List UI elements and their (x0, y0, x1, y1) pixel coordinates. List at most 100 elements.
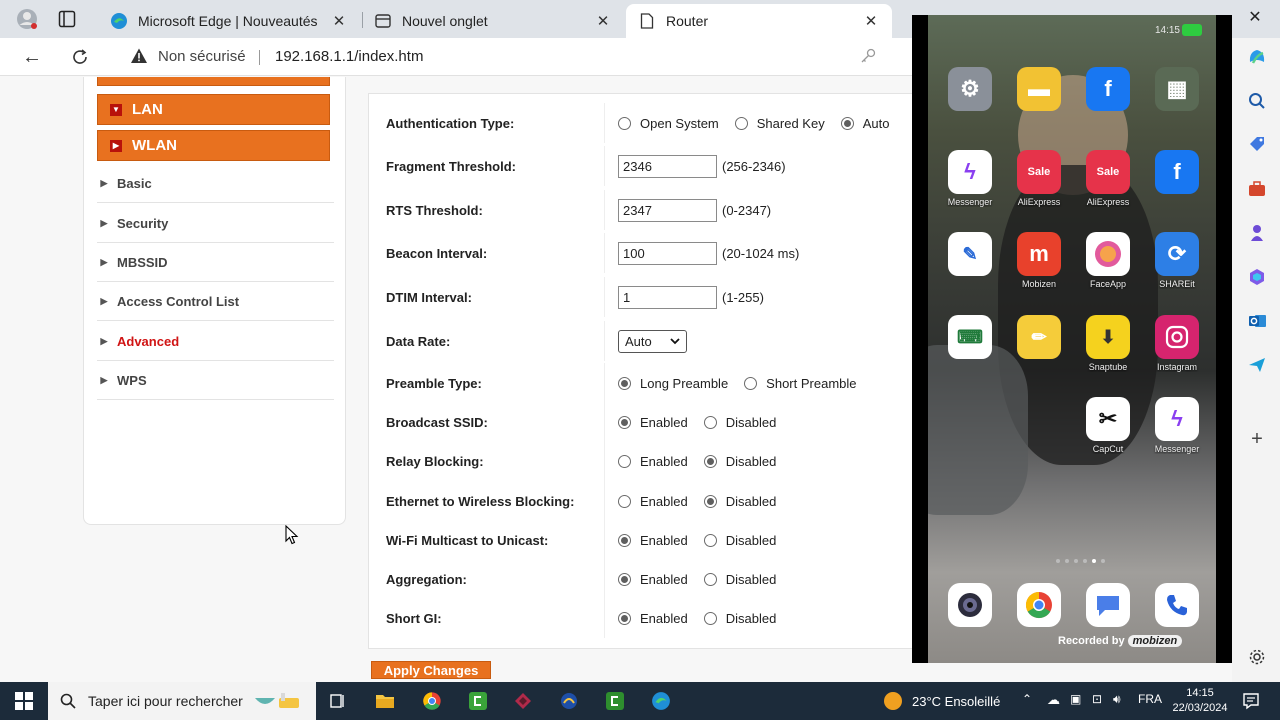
app-messenger-2[interactable]: ϟ Messenger (1146, 397, 1208, 454)
radio-auto[interactable]: Auto (840, 116, 889, 131)
cloud-icon[interactable]: ☁ (1047, 692, 1060, 708)
radio-short-preamble[interactable]: Short Preamble (744, 376, 857, 391)
app-instagram[interactable]: Instagram (1146, 315, 1208, 372)
radio-disabled[interactable]: Disabled (703, 415, 776, 430)
messages-icon[interactable] (1086, 583, 1130, 627)
tab-new-tab[interactable]: Nouvel onglet ✕ (362, 4, 624, 38)
app-mobizen[interactable]: m Mobizen (1008, 232, 1070, 289)
url-input[interactable]: 192.168.1.1/index.htm (275, 48, 423, 65)
refresh-icon[interactable] (68, 45, 92, 69)
app-launcher-icon[interactable] (512, 690, 534, 712)
phone-icon[interactable] (1155, 583, 1199, 627)
menu-item-access-control-list[interactable]: ▶ Access Control List (97, 282, 334, 321)
apply-changes-button[interactable]: Apply Changes (371, 661, 491, 679)
settings-icon[interactable] (1246, 646, 1268, 668)
copilot-icon[interactable] (1246, 46, 1268, 68)
search-icon[interactable] (1246, 90, 1268, 112)
camtasia-active-icon[interactable] (604, 690, 626, 712)
fragment-threshold-input[interactable] (618, 154, 717, 178)
close-tab-icon[interactable]: ✕ (862, 12, 880, 30)
radio-enabled[interactable]: Enabled (618, 494, 688, 509)
close-tab-icon[interactable]: ✕ (594, 12, 612, 30)
microsoft365-icon[interactable] (1246, 266, 1268, 288)
menu-bar-previous[interactable] (97, 77, 330, 86)
camtasia-icon[interactable] (467, 690, 489, 712)
profile-icon[interactable] (14, 6, 40, 32)
radio-shared-key[interactable]: Shared Key (734, 116, 825, 131)
chrome-icon[interactable] (421, 690, 443, 712)
rts-threshold-input[interactable] (618, 198, 717, 222)
app-notes[interactable]: ✎ (939, 232, 1001, 279)
outlook-icon[interactable] (1246, 310, 1268, 332)
radio-disabled[interactable]: Disabled (703, 533, 776, 548)
notifications-icon[interactable] (1240, 690, 1262, 712)
password-key-icon[interactable] (860, 48, 876, 67)
menu-item-wps[interactable]: ▶ WPS (97, 361, 334, 400)
chrome-icon[interactable] (1017, 583, 1061, 627)
close-window-icon[interactable]: ✕ (1242, 4, 1268, 30)
menu-item-advanced[interactable]: ▶ Advanced (97, 322, 334, 361)
windows-start-icon[interactable] (13, 690, 35, 712)
vpn-icon[interactable] (558, 690, 580, 712)
menu-item-basic[interactable]: ▶ Basic (97, 164, 334, 203)
beacon-interval-input[interactable] (618, 241, 717, 265)
show-hidden-icons-icon[interactable]: ⌃ (1022, 692, 1032, 706)
dtim-interval-input[interactable] (618, 285, 717, 309)
close-tab-icon[interactable]: ✕ (330, 12, 348, 30)
tab-edge-news[interactable]: Microsoft Edge | Nouveautés ✕ (98, 4, 360, 38)
tools-icon[interactable] (1246, 178, 1268, 200)
app-facebook[interactable]: f (1077, 67, 1139, 114)
language-indicator[interactable]: FRA (1138, 692, 1162, 706)
radio-enabled[interactable]: Enabled (618, 415, 688, 430)
file-explorer-icon[interactable] (374, 690, 396, 712)
taskbar-app-icon[interactable]: ▣ (1070, 692, 1081, 706)
volume-icon[interactable]: 🔊︎ (1113, 692, 1121, 707)
task-view-icon[interactable] (327, 690, 349, 712)
menu-lan[interactable]: ▼ LAN (97, 94, 330, 125)
data-rate-select[interactable]: Auto (618, 329, 687, 353)
app-faceapp[interactable]: FaceApp (1077, 232, 1139, 289)
app-settings[interactable]: ⚙ (939, 67, 1001, 114)
radio-disabled[interactable]: Disabled (703, 454, 776, 469)
radio-enabled[interactable]: Enabled (618, 611, 688, 626)
camera-icon[interactable] (948, 583, 992, 627)
column-divider (604, 321, 605, 361)
radio-disabled[interactable]: Disabled (703, 572, 776, 587)
menu-wlan[interactable]: ▶ WLAN (97, 130, 330, 161)
radio-open-system[interactable]: Open System (618, 116, 719, 131)
shopping-tag-icon[interactable] (1246, 134, 1268, 156)
app-aliexpress[interactable]: Sale AliExpress (1008, 150, 1070, 207)
edge-icon[interactable] (650, 690, 672, 712)
menu-item-label: Access Control List (117, 293, 240, 309)
network-icon[interactable]: ⊡ (1092, 692, 1102, 706)
add-icon[interactable]: + (1246, 428, 1268, 450)
app-notes-yellow[interactable]: ✏ (1008, 315, 1070, 362)
app-aliexpress-2[interactable]: Sale AliExpress (1077, 150, 1139, 207)
radio-disabled[interactable]: Disabled (703, 494, 776, 509)
app-folder[interactable]: ▦ (1146, 67, 1208, 114)
app-capcut[interactable]: ✂ CapCut (1077, 397, 1139, 454)
tab-actions-icon[interactable] (54, 6, 80, 32)
menu-item-security[interactable]: ▶ Security (97, 204, 334, 243)
taskbar-search-input[interactable]: Taper ici pour rechercher (48, 682, 316, 720)
radio-long-preamble[interactable]: Long Preamble (618, 376, 728, 391)
security-indicator[interactable]: Non sécurisé (130, 47, 246, 65)
radio-enabled[interactable]: Enabled (618, 533, 688, 548)
menu-item-mbssid[interactable]: ▶ MBSSID (97, 243, 334, 282)
games-icon[interactable] (1246, 222, 1268, 244)
app-shareit[interactable]: ⟳ SHAREit (1146, 232, 1208, 289)
weather-widget[interactable]: 23°C Ensoleillé (884, 692, 1000, 710)
radio-disabled[interactable]: Disabled (703, 611, 776, 626)
radio-enabled[interactable]: Enabled (618, 572, 688, 587)
back-icon[interactable]: ← (20, 45, 44, 69)
radio-enabled[interactable]: Enabled (618, 454, 688, 469)
app-snaptube[interactable]: ⬇ Snaptube (1077, 315, 1139, 372)
send-icon[interactable] (1246, 354, 1268, 376)
system-clock[interactable]: 14:15 22/03/2024 (1168, 686, 1232, 716)
app-files[interactable]: ▬ (1008, 67, 1070, 114)
app-messenger[interactable]: ϟ Messenger (939, 150, 1001, 207)
tab-router[interactable]: Router ✕ (626, 4, 892, 38)
row-dtim-interval: DTIM Interval: (1-255) (369, 277, 912, 317)
app-keyboard[interactable]: ⌨ (939, 315, 1001, 362)
app-facebook-2[interactable]: f (1146, 150, 1208, 197)
